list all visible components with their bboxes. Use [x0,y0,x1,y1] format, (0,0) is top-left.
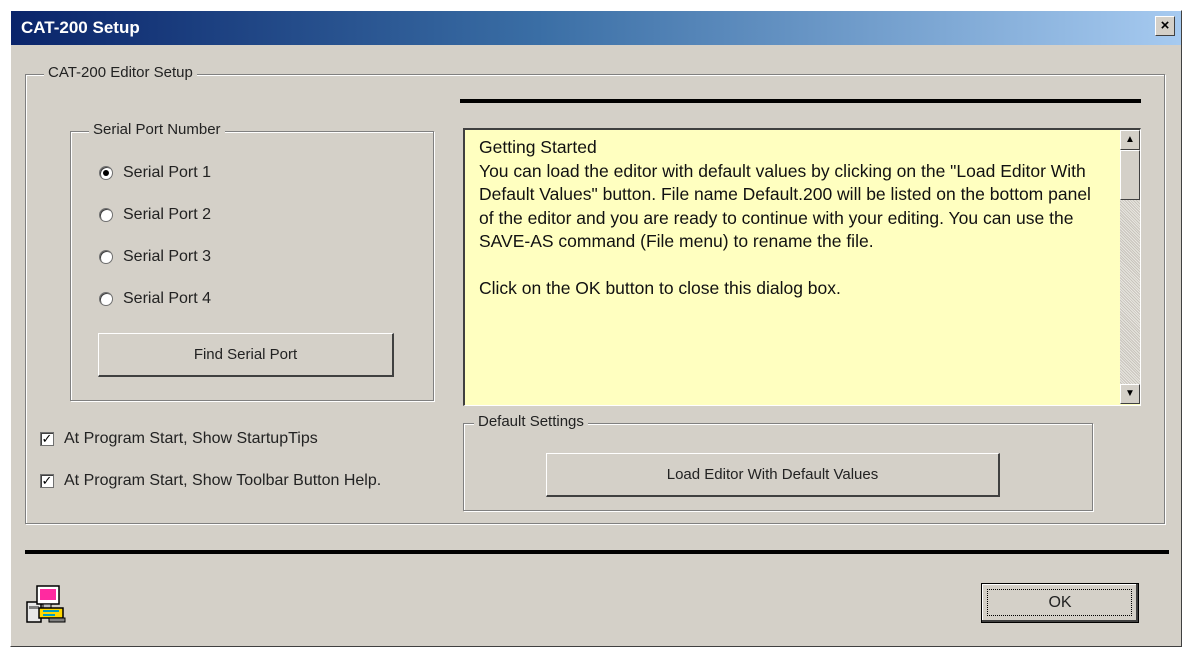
serial-port-3-label: Serial Port 3 [123,248,212,265]
getting-started-paragraph-2: Click on the OK button to close this dia… [479,278,841,298]
serial-port-legend: Serial Port Number [89,121,225,138]
getting-started-textbox[interactable]: Getting Started You can load the editor … [463,128,1141,406]
load-default-values-button[interactable]: Load Editor With Default Values [546,453,1000,497]
serial-port-2-label: Serial Port 2 [123,206,212,223]
editor-setup-legend: CAT-200 Editor Setup [44,64,197,81]
scroll-down-button[interactable]: ▼ [1120,384,1140,404]
getting-started-text: Getting Started You can load the editor … [479,136,1099,301]
getting-started-heading: Getting Started [479,137,597,157]
scroll-up-button[interactable]: ▲ [1120,130,1140,150]
serial-port-4-radio[interactable] [99,292,113,306]
window-title: CAT-200 Setup [21,18,140,37]
show-startup-tips-option[interactable]: ✓ At Program Start, Show StartupTips [40,430,318,448]
computer-setup-icon [26,585,66,623]
top-separator [460,99,1141,103]
serial-port-2-radio[interactable] [99,208,113,222]
serial-port-2-option[interactable]: Serial Port 2 [99,206,211,224]
serial-port-3-option[interactable]: Serial Port 3 [99,248,211,266]
show-toolbar-help-checkbox[interactable]: ✓ [40,474,54,488]
default-settings-legend: Default Settings [474,413,588,430]
show-startup-tips-checkbox[interactable]: ✓ [40,432,54,446]
show-startup-tips-label: At Program Start, Show StartupTips [64,430,318,447]
ok-button[interactable]: OK [981,583,1139,623]
show-toolbar-help-label: At Program Start, Show Toolbar Button He… [64,472,382,489]
default-settings-group: Default Settings Load Editor With Defaul… [463,413,1093,511]
serial-port-group: Serial Port Number Serial Port 1 Serial … [70,121,434,401]
serial-port-4-label: Serial Port 4 [123,290,212,307]
show-toolbar-help-option[interactable]: ✓ At Program Start, Show Toolbar Button … [40,472,381,490]
close-button[interactable]: × [1155,16,1175,36]
getting-started-paragraph-1: You can load the editor with default val… [479,160,1091,252]
serial-port-1-radio[interactable] [99,166,113,180]
vertical-scrollbar[interactable]: ▲ ▼ [1120,130,1140,404]
ok-focus-rect [987,589,1132,616]
setup-dialog: CAT-200 Setup × CAT-200 Editor Setup Ser… [10,10,1182,647]
serial-port-3-radio[interactable] [99,250,113,264]
serial-port-1-label: Serial Port 1 [123,164,212,181]
scroll-thumb[interactable] [1120,150,1140,200]
bottom-separator [25,550,1169,554]
serial-port-4-option[interactable]: Serial Port 4 [99,290,211,308]
find-serial-port-button[interactable]: Find Serial Port [98,333,394,377]
title-bar[interactable]: CAT-200 Setup × [11,11,1181,45]
serial-port-1-option[interactable]: Serial Port 1 [99,164,211,182]
